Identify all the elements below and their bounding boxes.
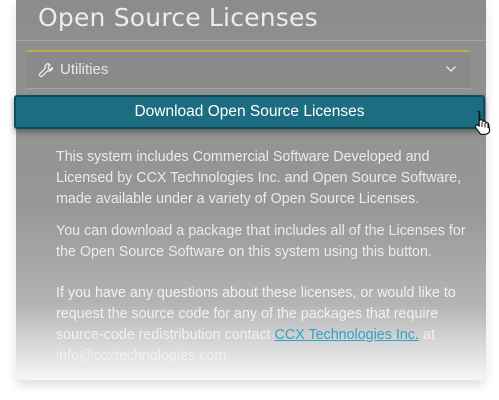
license-info-paragraph: This system includes Commercial Software… [56, 149, 462, 207]
ccx-technologies-link[interactable]: CCX Technologies Inc. [275, 327, 419, 343]
chevron-down-icon[interactable] [445, 64, 457, 74]
title-divider [16, 40, 486, 41]
download-licenses-button[interactable]: Download Open Source Licenses [14, 95, 485, 129]
hand-pointer-icon [474, 110, 491, 135]
accordion-divider [26, 88, 471, 89]
page-title: Open Source Licenses [38, 3, 318, 32]
utilities-label: Utilities [60, 61, 109, 78]
download-info-paragraph: You can download a package that includes… [56, 223, 466, 260]
contact-info-paragraph: If you have any questions about these li… [56, 283, 466, 367]
wrench-icon [38, 62, 54, 78]
utilities-accordion-header[interactable]: Utilities [26, 50, 471, 88]
licenses-panel: Open Source Licenses Utilities This syst… [16, 0, 486, 380]
